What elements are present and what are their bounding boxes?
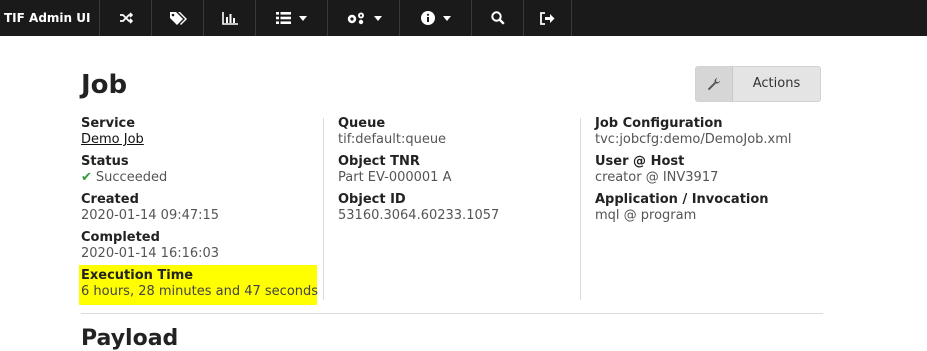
check-icon: ✔: [81, 170, 92, 185]
search-icon: [490, 11, 505, 25]
nav-settings-menu[interactable]: [328, 0, 400, 36]
details-left-column: Service Demo Job Status ✔ Succeeded Creat…: [81, 116, 219, 268]
actions-button-label: Actions: [752, 76, 801, 91]
payload-heading: Payload: [81, 326, 179, 351]
nav-shuffle-button[interactable]: [100, 0, 152, 36]
user-host-label: User @ Host: [595, 154, 685, 169]
execution-time-field: Execution Time 6 hours, 28 minutes and 4…: [81, 268, 318, 300]
job-configuration-value: tvc:jobcfg:demo/DemoJob.xml: [595, 132, 792, 147]
wrench-icon: [696, 67, 733, 101]
execution-time-label: Execution Time: [81, 268, 194, 283]
user-host-value: creator @ INV3917: [595, 170, 719, 185]
details-right-column: Job Configuration tvc:jobcfg:demo/DemoJo…: [595, 116, 792, 230]
column-divider: [580, 118, 581, 300]
page-title: Job: [81, 70, 128, 100]
object-tnr-label: Object TNR: [338, 154, 420, 169]
nav-list-menu[interactable]: [256, 0, 328, 36]
created-label: Created: [81, 192, 139, 207]
cogs-icon: [347, 12, 364, 25]
nav-chart-button[interactable]: [204, 0, 256, 36]
object-id-value: 53160.3064.60233.1057: [338, 208, 500, 223]
details-middle-column: Queue tif:default:queue Object TNR Part …: [338, 116, 499, 230]
brand[interactable]: TIF Admin UI: [0, 0, 100, 36]
completed-value: 2020-01-14 16:16:03: [81, 246, 220, 261]
actions-button[interactable]: Actions: [695, 66, 821, 102]
object-id-label: Object ID: [338, 192, 406, 207]
application-invocation-label: Application / Invocation: [595, 192, 769, 207]
queue-label: Queue: [338, 116, 386, 131]
chevron-down-icon: [373, 15, 382, 21]
chevron-down-icon: [442, 15, 451, 21]
column-divider: [323, 118, 324, 300]
shuffle-icon: [119, 12, 133, 24]
section-divider: [81, 313, 823, 314]
nav-tags-button[interactable]: [152, 0, 204, 36]
top-navbar: TIF Admin UI: [0, 0, 927, 36]
queue-value: tif:default:queue: [338, 132, 447, 147]
execution-time-value: 6 hours, 28 minutes and 47 seconds: [81, 284, 319, 299]
sign-out-icon: [540, 11, 555, 25]
status-label: Status: [81, 154, 129, 169]
nav-info-menu[interactable]: [400, 0, 472, 36]
bar-chart-icon: [221, 11, 238, 25]
created-value: 2020-01-14 09:47:15: [81, 208, 220, 223]
list-icon: [276, 12, 291, 24]
job-configuration-label: Job Configuration: [595, 116, 723, 131]
service-link[interactable]: Demo Job: [81, 132, 144, 147]
chevron-down-icon: [299, 15, 307, 21]
status-value: Succeeded: [95, 170, 168, 185]
completed-label: Completed: [81, 230, 160, 245]
object-tnr-value: Part EV-000001 A: [338, 170, 452, 185]
service-label: Service: [81, 116, 136, 131]
tags-icon: [169, 12, 187, 25]
nav-search-button[interactable]: [472, 0, 524, 36]
info-icon: [420, 11, 435, 25]
nav-signout-button[interactable]: [524, 0, 572, 36]
application-invocation-value: mql @ program: [595, 208, 697, 223]
